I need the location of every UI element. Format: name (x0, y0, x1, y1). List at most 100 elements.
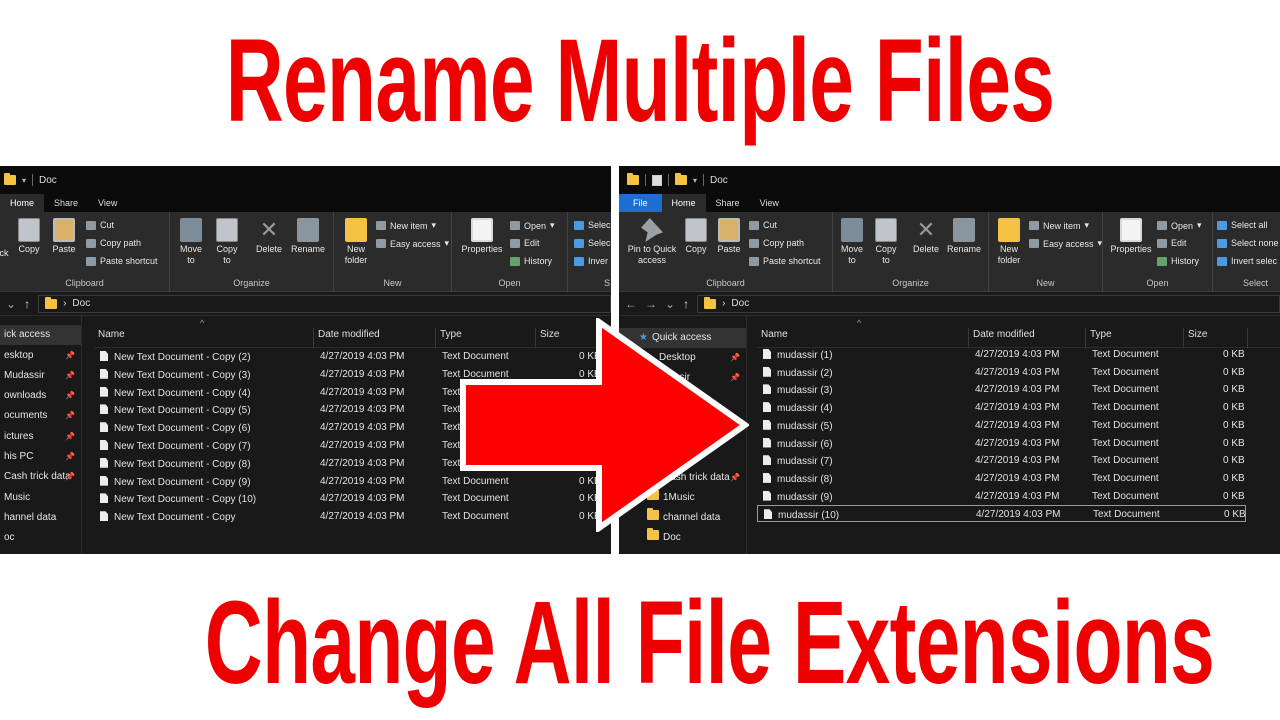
open-button[interactable]: Open ▾ (510, 220, 555, 231)
recent-locations-icon[interactable]: ⌄ (6, 297, 16, 311)
easy-access-button[interactable]: Easy access ▾ (1029, 238, 1102, 249)
sidebar-item-doc[interactable]: oc (0, 528, 81, 548)
invert-selection-icon (1217, 256, 1227, 266)
new-item-button[interactable]: New item ▾ (376, 220, 436, 231)
column-date-modified[interactable]: Date modified (314, 328, 436, 348)
tab-file[interactable]: File (619, 194, 662, 212)
sidebar-item-documents[interactable]: ocuments 📌 (0, 406, 81, 426)
sidebar-item-this-pc[interactable]: his PC 📌 (0, 447, 81, 467)
new-folder-button[interactable]: New folder (991, 218, 1027, 266)
paste-button[interactable]: Paste (713, 218, 745, 255)
history-button[interactable]: History (1157, 256, 1199, 266)
properties-button[interactable]: Properties (1107, 218, 1155, 255)
open-button[interactable]: Open ▾ (1157, 220, 1202, 231)
edit-button[interactable]: Edit (510, 238, 540, 248)
group-select: Selec Selec Inver S (568, 212, 611, 292)
back-arrow-icon[interactable]: ← (625, 297, 637, 311)
file-row[interactable]: mudassir (2) 4/27/2019 4:03 PM Text Docume… (757, 364, 1280, 381)
edit-button[interactable]: Edit (1157, 238, 1187, 248)
tab-home[interactable]: Home (0, 194, 45, 212)
up-arrow-icon[interactable]: ↑ (683, 297, 689, 311)
group-new: New folder New item ▾ Easy access ▾ New (334, 212, 452, 292)
group-label-organize: Organize (233, 278, 270, 288)
sidebar-label: Cash trick data (4, 471, 71, 482)
tab-share[interactable]: Share (44, 194, 88, 212)
paste-button[interactable]: Paste (48, 218, 80, 255)
column-size[interactable]: Size (1184, 328, 1248, 348)
select-none-button[interactable]: Selec (574, 238, 611, 248)
navigation-pane: ick access esktop 📌 Mudassir 📌 ownloads 📌 o… (0, 316, 82, 554)
delete-button[interactable]: ✕ Delete (252, 218, 286, 255)
column-name[interactable]: Name (94, 328, 314, 348)
address-bar[interactable]: › Doc (697, 294, 1280, 313)
column-date-modified[interactable]: Date modified (969, 328, 1086, 348)
file-row[interactable]: mudassir (5) 4/27/2019 4:03 PM Text Docume… (757, 417, 1280, 434)
headline-top: Rename Multiple Files (225, 15, 1055, 147)
copy-path-button[interactable]: Copy path (86, 238, 141, 248)
copy-button[interactable]: Copy (14, 218, 44, 255)
copy-button[interactable]: Copy (681, 218, 711, 255)
cut-button[interactable]: Cut (86, 220, 114, 230)
new-folder-quick-icon[interactable] (675, 173, 687, 185)
sidebar-item-channel-data[interactable]: hannel data (0, 508, 81, 528)
file-row[interactable]: mudassir (1) 4/27/2019 4:03 PM Text Docume… (757, 346, 1280, 363)
rename-button[interactable]: Rename (288, 218, 328, 255)
file-row[interactable]: mudassir (6) 4/27/2019 4:03 PM Text Docume… (757, 435, 1280, 452)
new-folder-button[interactable]: New folder (338, 218, 374, 266)
file-row[interactable]: mudassir (4) 4/27/2019 4:03 PM Text Docume… (757, 399, 1280, 416)
tab-view[interactable]: View (88, 194, 127, 212)
file-row[interactable]: mudassir (3) 4/27/2019 4:03 PM Text Docume… (757, 381, 1280, 398)
sidebar-item-mudassir[interactable]: Mudassir 📌 (0, 366, 81, 386)
sidebar-item-music[interactable]: Music (0, 488, 81, 508)
sidebar-item-cash-trick-data[interactable]: Cash trick data 📌 (0, 467, 81, 487)
invert-selection-button[interactable]: Inver (574, 256, 608, 266)
select-none-button[interactable]: Select none (1217, 238, 1279, 248)
file-date-modified: 4/27/2019 4:03 PM (975, 419, 1060, 431)
group-label-select: S (604, 278, 611, 288)
new-item-button[interactable]: New item ▾ (1029, 220, 1089, 231)
properties-quick-icon[interactable] (652, 174, 662, 186)
address-bar[interactable]: › Doc (38, 294, 611, 313)
copy-to-button[interactable]: Copy to (871, 218, 901, 266)
recent-locations-icon[interactable]: ⌄ (665, 297, 675, 311)
pin-icon: 📌 (65, 411, 75, 420)
move-to-button[interactable]: Move to (837, 218, 867, 266)
new-item-dropdown-icon: ▾ (431, 220, 437, 230)
column-type[interactable]: Type (1086, 328, 1184, 348)
delete-button[interactable]: ✕ Delete (909, 218, 943, 255)
rename-icon (953, 218, 975, 242)
text-file-icon (100, 475, 108, 486)
paste-shortcut-button[interactable]: Paste shortcut (86, 256, 158, 266)
properties-button[interactable]: Properties (458, 218, 506, 255)
quick-access-dropdown-icon[interactable]: ▾ (693, 176, 697, 185)
copy-path-button[interactable]: Copy path (749, 238, 804, 248)
file-row[interactable]: mudassir (8) 4/27/2019 4:03 PM Text Docume… (757, 470, 1280, 487)
tab-share[interactable]: Share (706, 194, 750, 212)
pin-to-quick-access-button[interactable]: Pin to Quick access (623, 218, 681, 266)
rename-button[interactable]: Rename (943, 218, 985, 255)
sidebar-item-downloads[interactable]: ownloads 📌 (0, 386, 81, 406)
paste-shortcut-button[interactable]: Paste shortcut (749, 256, 821, 266)
sidebar-item-quick-access[interactable]: ick access (0, 325, 81, 345)
sidebar-item-pictures[interactable]: ictures 📌 (0, 427, 81, 447)
history-button[interactable]: History (510, 256, 552, 266)
quick-access-dropdown-icon[interactable]: ▾ (22, 176, 26, 185)
sidebar-item-desktop[interactable]: esktop 📌 (0, 346, 81, 366)
file-row[interactable]: mudassir (9) 4/27/2019 4:03 PM Text Docume… (757, 488, 1280, 505)
cut-button[interactable]: Cut (749, 220, 777, 230)
easy-access-button[interactable]: Easy access ▾ (376, 238, 449, 249)
select-all-button[interactable]: Selec (574, 220, 611, 230)
forward-arrow-icon[interactable]: → (645, 297, 657, 311)
column-name[interactable]: Name (757, 328, 969, 348)
file-row[interactable]: mudassir (10) 4/27/2019 4:03 PM Text Docum… (757, 505, 1246, 523)
up-arrow-icon[interactable]: ↑ (24, 297, 30, 311)
tab-view[interactable]: View (750, 194, 789, 212)
tab-home[interactable]: Home (661, 194, 706, 212)
pin-button[interactable]: ck (0, 248, 12, 259)
select-all-label: Selec (588, 220, 611, 230)
copy-to-button[interactable]: Copy to (212, 218, 242, 266)
move-to-button[interactable]: Move to (176, 218, 206, 266)
select-all-button[interactable]: Select all (1217, 220, 1268, 230)
invert-selection-button[interactable]: Invert selec (1217, 256, 1277, 266)
file-row[interactable]: mudassir (7) 4/27/2019 4:03 PM Text Docume… (757, 452, 1280, 469)
